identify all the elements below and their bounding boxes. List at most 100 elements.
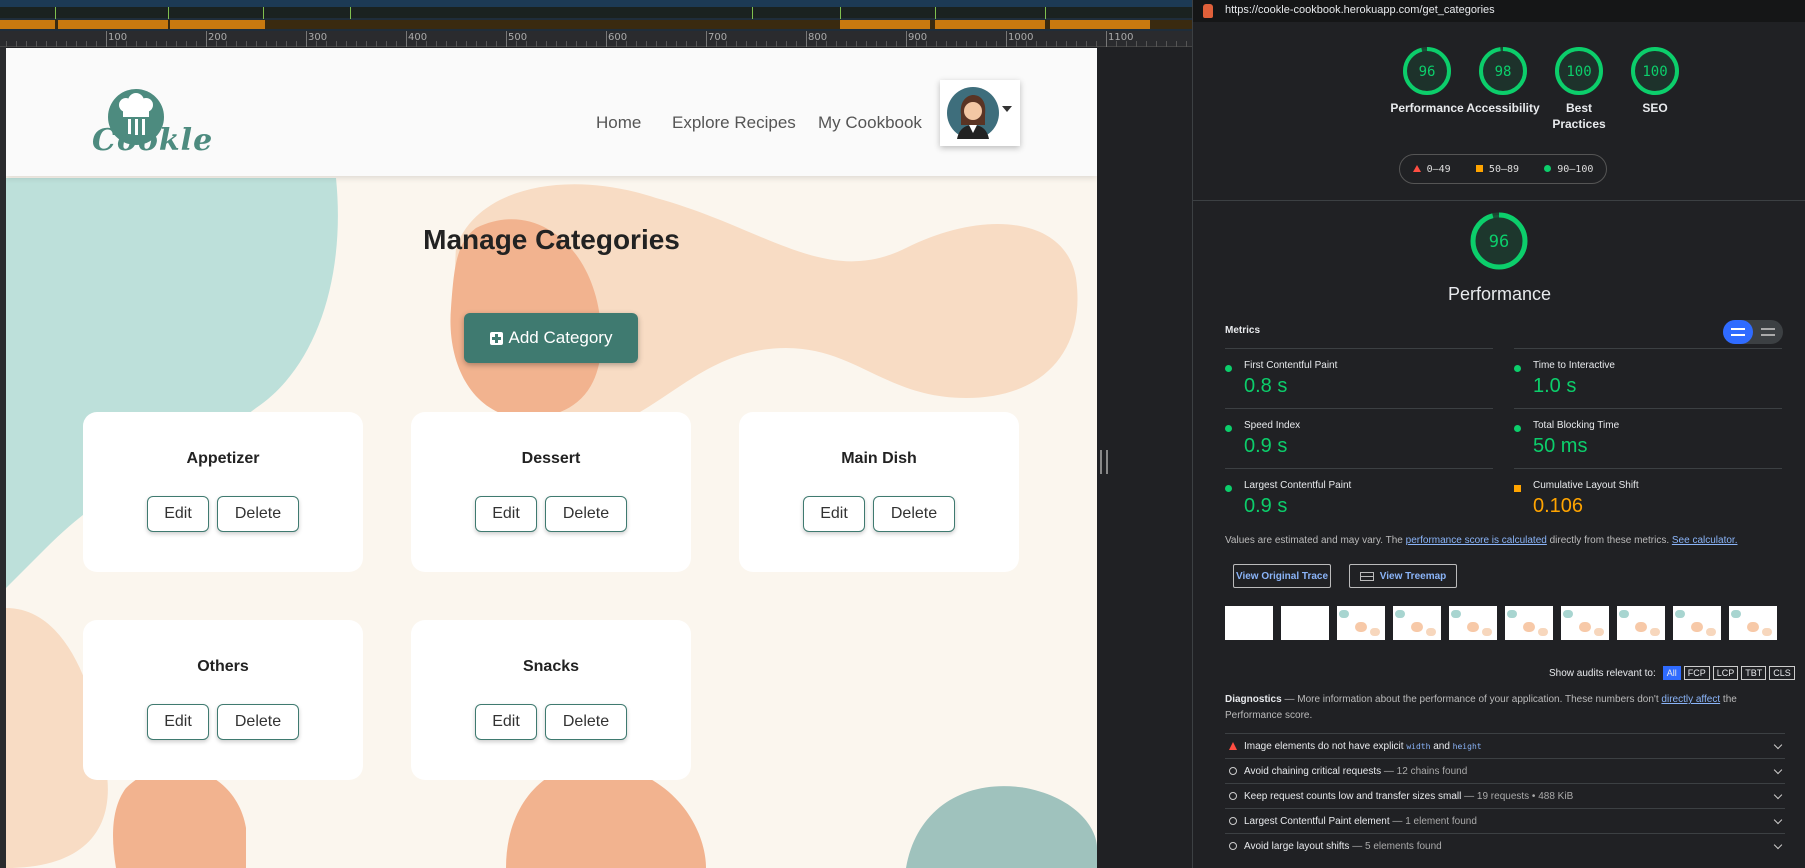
delete-button[interactable]: Delete [217,496,299,532]
add-category-button[interactable]: Add Category [464,313,638,363]
category-name: Appetizer [186,450,260,467]
metric-name: Cumulative Layout Shift [1533,480,1639,491]
metric-item: First Contentful Paint 0.8 s [1225,348,1493,408]
ruler-mark [1006,31,1007,47]
ruler-mark [906,31,907,47]
category-name: Dessert [521,450,581,467]
metric-item: Time to Interactive 1.0 s [1514,348,1782,408]
edit-button[interactable]: Edit [803,496,865,532]
chevron-down-icon [1002,106,1012,112]
legend-pass: 90–100 [1544,164,1593,175]
audit-item[interactable]: Largest Contentful Paint element — 1 ele… [1225,808,1785,833]
ruler-label: 500 [508,32,528,43]
filter-all[interactable]: All [1662,666,1681,680]
chevron-down-icon[interactable] [1773,840,1783,850]
filmstrip-frame [1281,606,1329,640]
circle-icon [1514,365,1521,372]
edit-button[interactable]: Edit [475,496,537,532]
view-treemap-button[interactable]: View Treemap [1349,564,1457,588]
filter-fcp[interactable]: FCP [1683,666,1710,680]
metric-name: Speed Index [1244,420,1301,431]
filmstrip-frame [1505,606,1553,640]
calculator-link[interactable]: See calculator. [1672,535,1738,546]
viewport-resize-handle[interactable] [1100,450,1108,474]
score-gauge-1[interactable]: 98 Accessibility [1463,44,1543,116]
ruler-label: 1000 [1008,32,1034,43]
ruler-mark [406,31,407,47]
score-gauge-3[interactable]: 100 SEO [1615,44,1695,116]
audit-item[interactable]: Avoid chaining critical requests — 12 ch… [1225,758,1785,783]
ruler-mark [106,31,107,47]
edit-button[interactable]: Edit [475,704,537,740]
lighthouse-icon [1203,4,1213,18]
delete-button[interactable]: Delete [873,496,955,532]
filter-lcp[interactable]: LCP [1712,666,1739,680]
audit-title: Keep request counts low and transfer siz… [1244,791,1574,802]
metric-item: Speed Index 0.9 s [1225,408,1493,468]
edit-button[interactable]: Edit [147,496,209,532]
audit-item[interactable]: Avoid large layout shifts — 5 elements f… [1225,833,1785,858]
circle-icon [1514,425,1521,432]
nav-home[interactable]: Home [596,113,641,133]
filmstrip-frame [1449,606,1497,640]
audit-item[interactable]: Keep request counts low and transfer siz… [1225,783,1785,808]
category-card: Appetizer Edit Delete [83,412,363,572]
gauge-score: 100 [1566,64,1591,80]
delete-button[interactable]: Delete [545,496,627,532]
score-gauge-0[interactable]: 96 Performance [1387,44,1467,116]
category-name: Main Dish [841,450,917,467]
circle-icon [1544,164,1552,172]
view-original-trace-button[interactable]: View Original Trace [1233,564,1331,588]
filmstrip-frame [1729,606,1777,640]
ruler-mark [506,31,507,47]
gauge-label: Performance [1390,101,1464,115]
ruler-mark [606,31,607,47]
metric-name: Largest Contentful Paint [1244,480,1352,491]
gauge-score: 96 [1489,232,1509,252]
delete-button[interactable]: Delete [217,704,299,740]
ruler-label: 900 [908,32,928,43]
filmstrip-timeline [0,0,1192,31]
device-viewport-area: 100 200 300 400 500 600 700 800 900 1000 1100 [0,0,1192,868]
metric-value: 1.0 s [1533,375,1577,397]
teal-blob-bottom-right [906,786,1097,868]
metric-value: 0.9 s [1244,435,1288,457]
report-url[interactable]: https://cookle-cookbook.herokuapp.com/ge… [1225,4,1495,16]
metric-value: 0.8 s [1244,375,1288,397]
bars-icon [1731,328,1745,336]
ruler-label: 100 [108,32,128,43]
metrics-view-toggle[interactable] [1723,320,1783,344]
edit-button[interactable]: Edit [147,704,209,740]
audit-title: Avoid large layout shifts — 5 elements f… [1244,841,1442,852]
nav-explore-recipes[interactable]: Explore Recipes [672,113,796,133]
chevron-down-icon[interactable] [1773,765,1783,775]
audits-filter: Show audits relevant to: All FCP LCP TBT… [1549,666,1795,680]
chevron-down-icon[interactable] [1773,740,1783,750]
ruler-mark [206,31,207,47]
category-card: Snacks Edit Delete [411,620,691,780]
treemap-icon [1359,571,1374,581]
audit-title: Image elements do not have explicit widt… [1244,741,1482,752]
triangle-icon [1229,742,1237,750]
logo-text[interactable]: Cookle [92,123,213,158]
plus-square-icon [489,331,503,345]
chevron-down-icon[interactable] [1773,815,1783,825]
filter-cls[interactable]: CLS [1769,666,1795,680]
filter-tbt[interactable]: TBT [1741,666,1767,680]
category-card: Others Edit Delete [83,620,363,780]
directly-affect-link[interactable]: directly affect [1661,694,1720,705]
audit-item[interactable]: Image elements do not have explicit widt… [1225,733,1785,758]
delete-button[interactable]: Delete [545,704,627,740]
score-gauge-2[interactable]: 100 Best Practices [1539,44,1619,132]
nav-my-cookbook[interactable]: My Cookbook [818,113,922,133]
avatar [947,87,999,139]
lines-icon [1761,328,1775,336]
circle-icon [1229,767,1237,775]
ruler-label: 400 [408,32,428,43]
chevron-down-icon[interactable] [1773,790,1783,800]
score-calculated-link[interactable]: performance score is calculated [1406,535,1547,546]
profile-dropdown[interactable] [940,80,1020,146]
square-icon [1475,164,1483,172]
circle-icon [1229,817,1237,825]
circle-icon [1225,485,1232,492]
